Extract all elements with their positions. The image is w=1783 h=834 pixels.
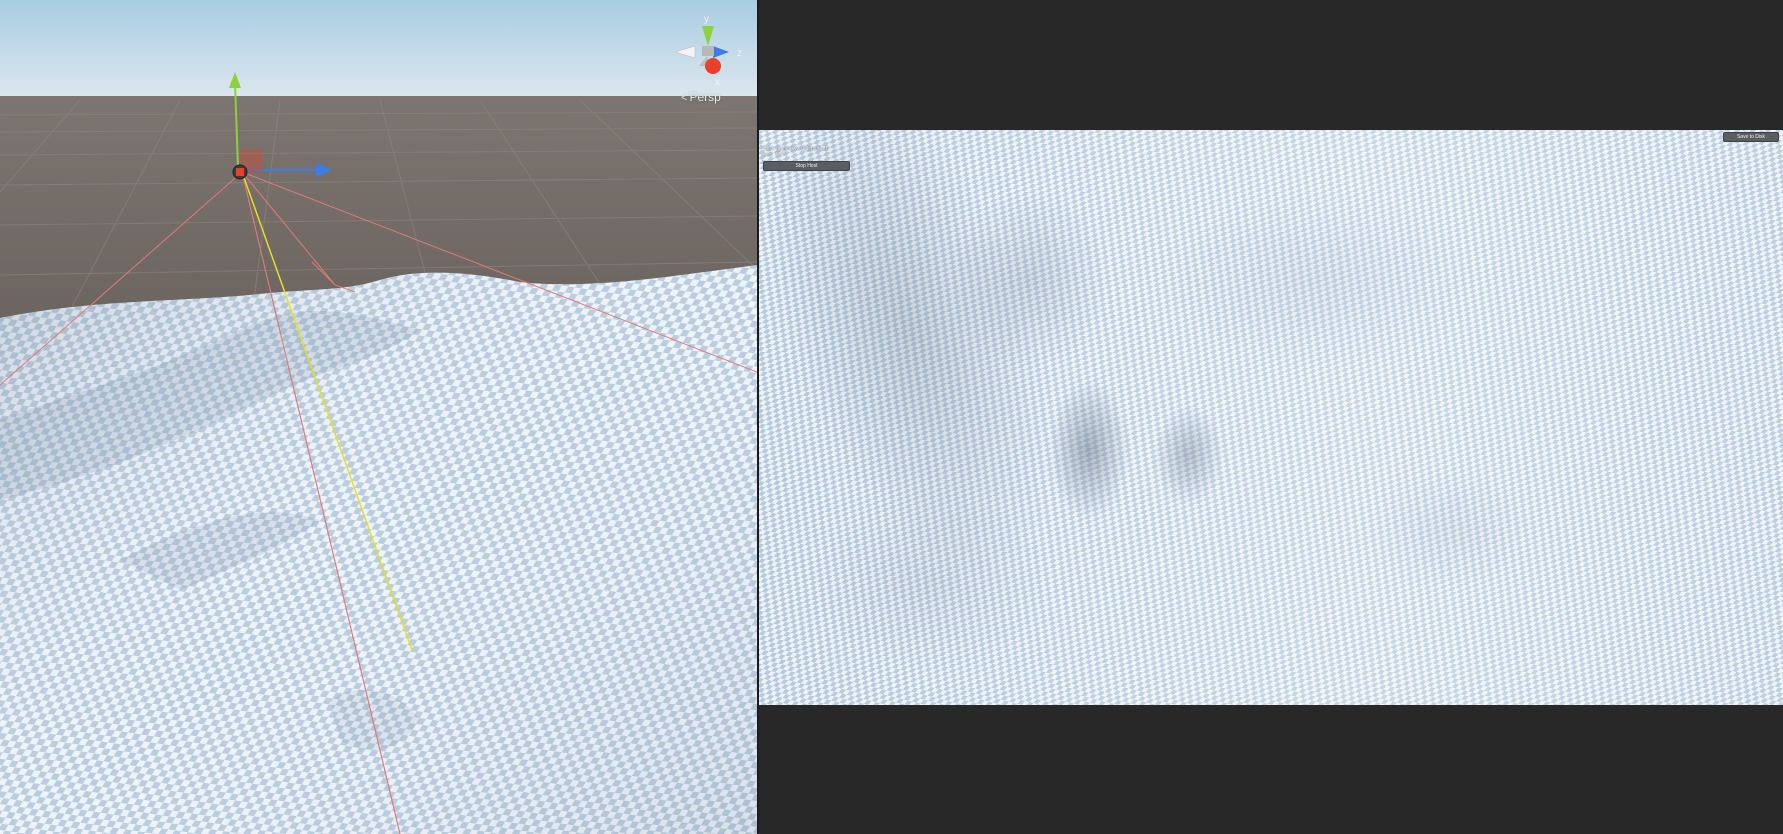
gizmo-axis-x-label: x bbox=[715, 77, 720, 88]
projection-toggle[interactable]: < Persp bbox=[681, 90, 721, 104]
network-status-text: Host: running via Telepathy. B port: 777… bbox=[763, 146, 853, 158]
orientation-gizmo[interactable]: y z x bbox=[665, 8, 755, 103]
game-view: Host: running via Telepathy. B port: 777… bbox=[759, 0, 1783, 834]
gizmo-y-cone[interactable] bbox=[702, 26, 714, 46]
gizmo-x-cone[interactable] bbox=[705, 58, 721, 74]
game-viewport[interactable]: Host: running via Telepathy. B port: 777… bbox=[759, 130, 1783, 705]
gizmo-z-cone[interactable] bbox=[713, 46, 729, 58]
gizmo-center-cube[interactable] bbox=[702, 46, 714, 56]
status-line-port: port: 7777 bbox=[763, 152, 786, 158]
stop-host-button[interactable]: Stop Host bbox=[763, 161, 850, 171]
gizmo-neg-x-cone[interactable] bbox=[674, 45, 696, 59]
save-to-disk-button[interactable]: Save to Disk bbox=[1723, 132, 1779, 142]
projection-label: Persp bbox=[689, 90, 721, 104]
persp-chevron-icon: < bbox=[681, 92, 688, 104]
scene-view[interactable]: y z x < Persp bbox=[0, 0, 757, 834]
gizmo-axis-z-label: z bbox=[737, 48, 742, 59]
scene-canvas[interactable] bbox=[0, 0, 757, 834]
gizmo-axis-y-label: y bbox=[704, 14, 709, 25]
